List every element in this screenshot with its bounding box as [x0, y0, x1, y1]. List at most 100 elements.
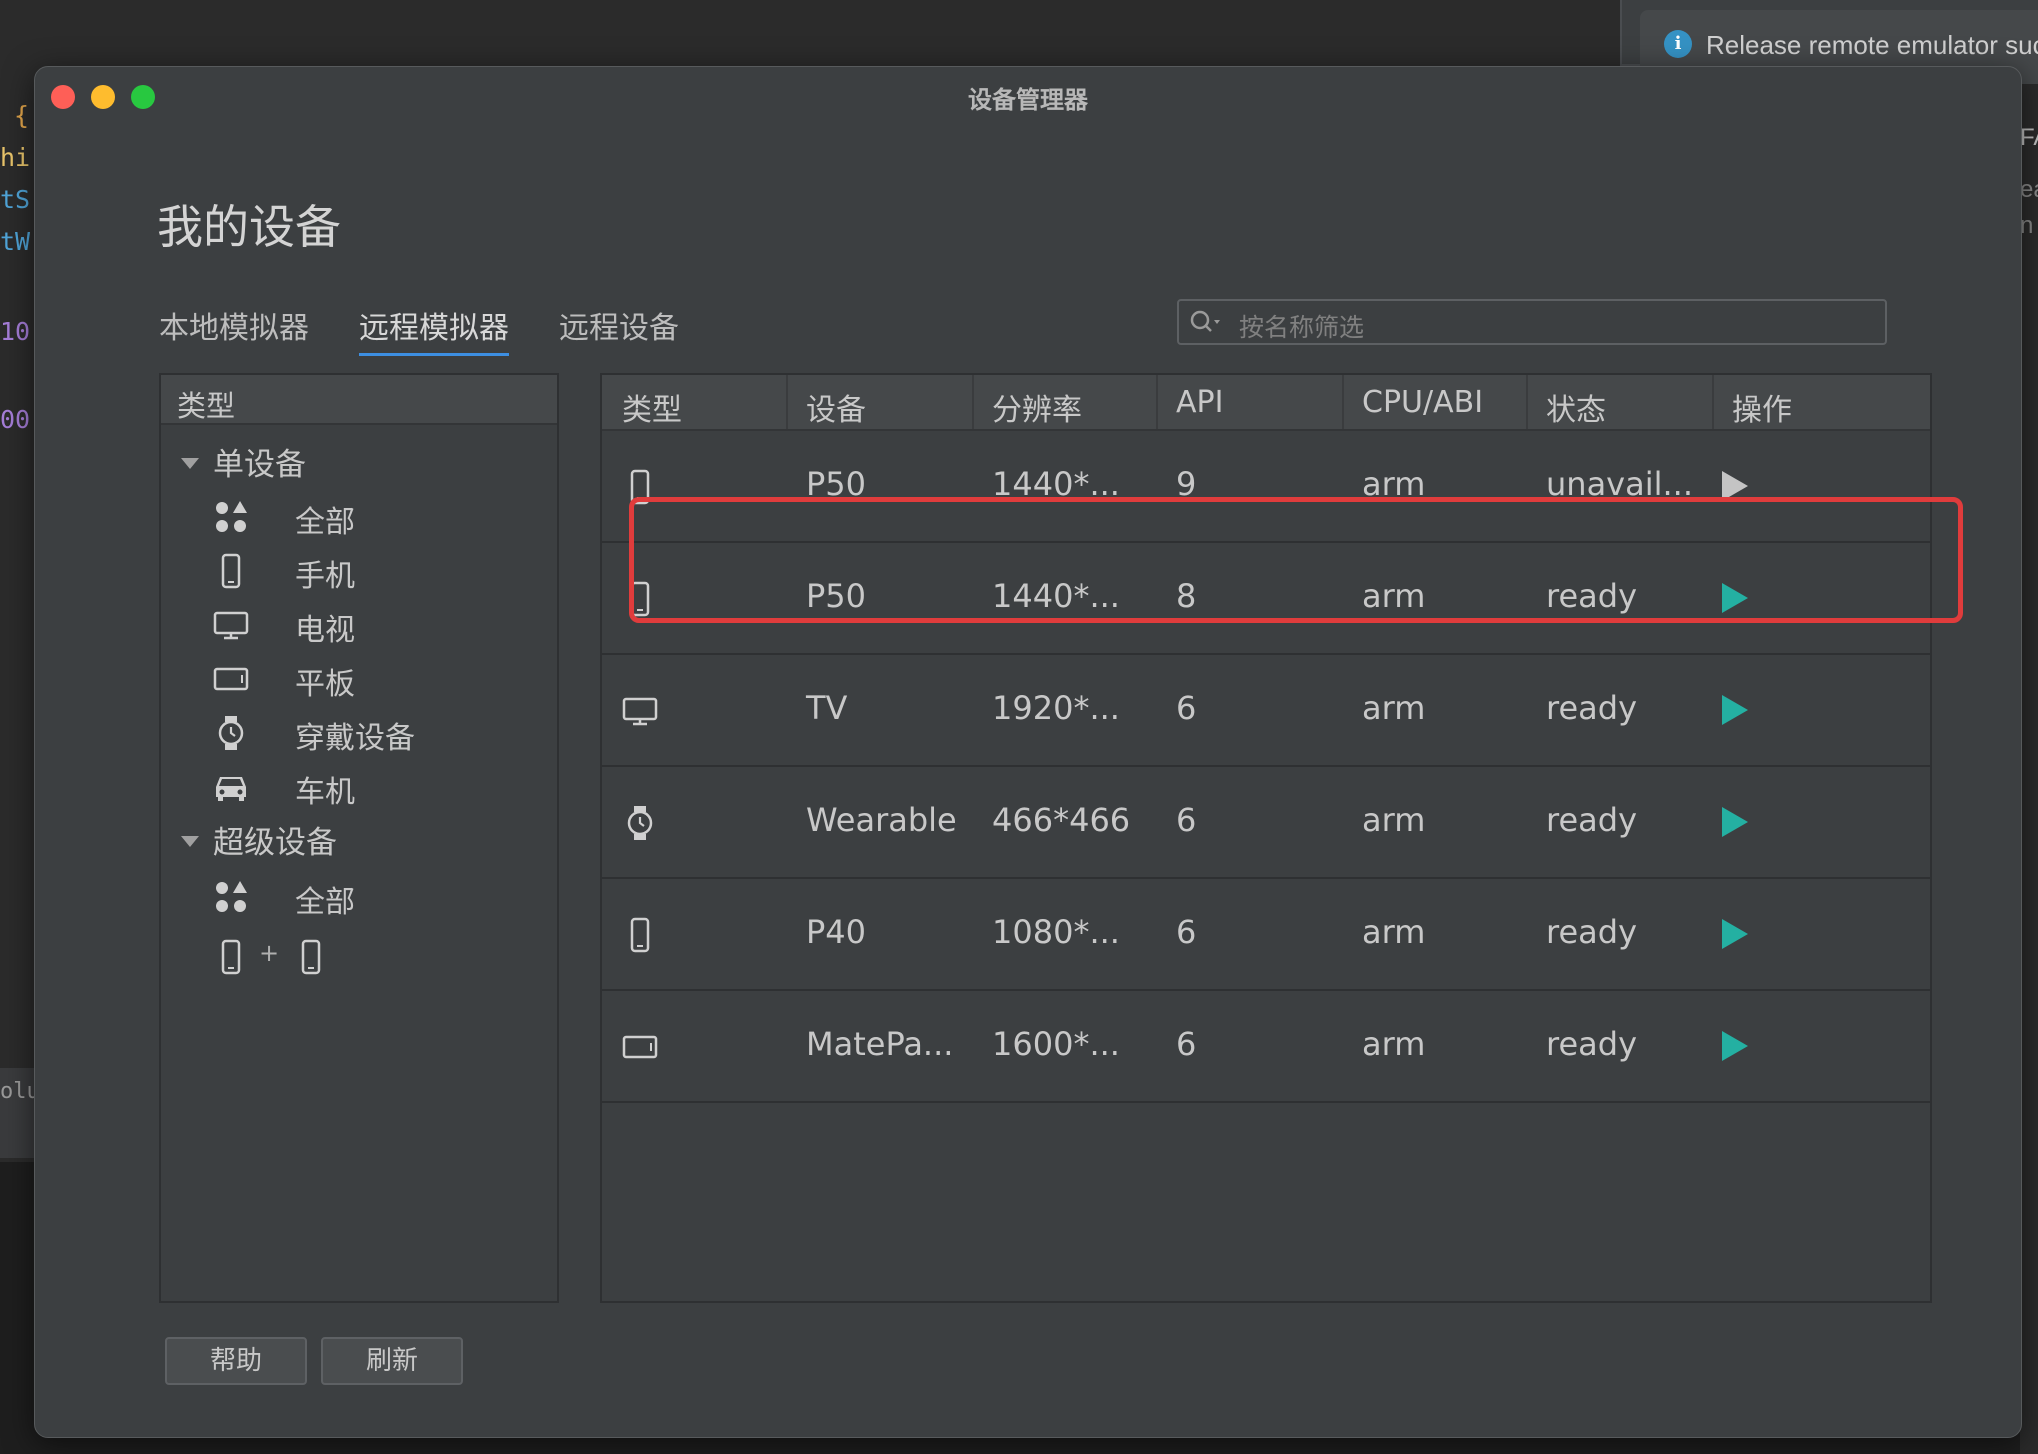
category-label: 穿戴设备 [295, 721, 415, 756]
phone-icon [221, 553, 241, 589]
category-item-all[interactable]: 全部 [213, 493, 533, 543]
cpu-abi: arm [1362, 465, 1426, 503]
group-single-device[interactable]: 单设备 [181, 439, 306, 484]
table-row[interactable]: P40 1080*... 6 arm ready [602, 879, 1930, 991]
play-icon[interactable] [1722, 807, 1748, 837]
phone-icon [630, 469, 650, 505]
category-item-phone[interactable]: 手机 [213, 547, 533, 597]
column-header-type[interactable]: 类型 [622, 385, 682, 429]
group-label: 超级设备 [213, 825, 337, 861]
play-icon[interactable] [1722, 695, 1748, 725]
table-row[interactable]: Wearable 466*466 6 arm ready [602, 767, 1930, 879]
device-table: 类型 设备 分辨率 API CPU/ABI 状态 操作 P50 1440*...… [600, 373, 1932, 1303]
code-fragment: { [14, 101, 30, 130]
play-icon[interactable] [1722, 919, 1748, 949]
table-row[interactable]: TV 1920*... 6 arm ready [602, 655, 1930, 767]
status: ready [1546, 913, 1637, 951]
ide-right-edge: FA ea n [2020, 66, 2038, 1454]
tv-icon [213, 611, 249, 640]
category-item-car[interactable]: 车机 [213, 763, 533, 813]
play-icon[interactable] [1722, 583, 1748, 613]
phone-icon [221, 939, 241, 975]
phone-icon [630, 581, 650, 617]
search-field[interactable]: 按名称筛选 [1177, 299, 1887, 345]
api-level: 6 [1176, 801, 1197, 839]
tablet-icon [213, 667, 249, 691]
category-panel: 类型 单设备 全部 手机 电视 平板 穿戴设备 车机 超级设备 全部 + [159, 373, 559, 1303]
table-row[interactable]: P50 1440*... 9 arm unavail... [602, 431, 1930, 543]
category-label: 电视 [295, 613, 355, 648]
category-label: 平板 [295, 667, 355, 702]
resolution: 1600*... [992, 1025, 1120, 1063]
notification-balloon[interactable]: i Release remote emulator suc [1620, 0, 2038, 84]
tab-local-emulator[interactable]: 本地模拟器 [159, 303, 309, 353]
phone-icon [630, 917, 650, 953]
category-label: 全部 [295, 505, 355, 540]
cpu-abi: arm [1362, 577, 1426, 615]
help-button[interactable]: 帮助 [165, 1337, 307, 1385]
window-title: 设备管理器 [968, 86, 1088, 114]
column-header-cpu[interactable]: CPU/ABI [1362, 385, 1483, 420]
column-divider[interactable] [972, 375, 974, 429]
expand-triangle-icon [181, 458, 199, 469]
device-name: MatePa... [806, 1025, 954, 1063]
api-level: 6 [1176, 689, 1197, 727]
category-label: 车机 [295, 775, 355, 810]
category-item-tablet[interactable]: 平板 [213, 655, 533, 705]
column-header-action[interactable]: 操作 [1732, 385, 1792, 429]
play-icon[interactable] [1722, 471, 1748, 501]
tab-remote-device[interactable]: 远程设备 [559, 303, 679, 353]
column-header-api[interactable]: API [1176, 385, 1223, 420]
ide-editor-gutter: { hi tS tW 10 00 [0, 66, 34, 1166]
title-bar[interactable]: 设备管理器 [35, 67, 2021, 123]
expand-triangle-icon [181, 836, 199, 847]
phone-icon [301, 939, 321, 975]
search-placeholder: 按名称筛选 [1239, 313, 1365, 342]
car-icon [216, 777, 246, 801]
plus-sign: + [259, 939, 280, 967]
cpu-abi: arm [1362, 913, 1426, 951]
table-header: 类型 设备 分辨率 API CPU/ABI 状态 操作 [602, 375, 1930, 431]
column-divider[interactable] [1156, 375, 1158, 429]
category-header-label: 类型 [177, 389, 236, 423]
table-row[interactable]: P50 1440*... 8 arm ready [602, 543, 1930, 655]
category-item-super-all[interactable]: 全部 [213, 873, 533, 923]
code-fragment: tS [0, 185, 31, 214]
search-icon [1190, 310, 1220, 332]
play-icon[interactable] [1722, 1031, 1748, 1061]
device-name: TV [806, 689, 848, 727]
cpu-abi: arm [1362, 689, 1426, 727]
device-name: P40 [806, 913, 867, 951]
column-divider[interactable] [1526, 375, 1528, 429]
api-level: 9 [1176, 465, 1197, 503]
category-label: 手机 [295, 559, 355, 594]
resolution: 1080*... [992, 913, 1120, 951]
column-divider[interactable] [1712, 375, 1714, 429]
category-label: 全部 [295, 885, 355, 920]
column-divider[interactable] [786, 375, 788, 429]
status: ready [1546, 689, 1637, 727]
resolution: 466*466 [992, 801, 1131, 839]
status: ready [1546, 577, 1637, 615]
table-row[interactable]: MatePa... 1600*... 6 arm ready [602, 991, 1930, 1103]
api-level: 8 [1176, 577, 1197, 615]
category-item-phone-combo[interactable]: + [213, 939, 533, 989]
group-super-device[interactable]: 超级设备 [181, 817, 337, 862]
group-label: 单设备 [213, 447, 306, 483]
code-fragment: n [2020, 212, 2034, 239]
category-item-wearable[interactable]: 穿戴设备 [213, 709, 533, 759]
status: ready [1546, 801, 1637, 839]
tab-remote-emulator[interactable]: 远程模拟器 [359, 303, 509, 356]
code-fragment: 10 [0, 317, 31, 346]
column-header-status[interactable]: 状态 [1546, 385, 1606, 429]
tablet-icon [622, 1035, 658, 1059]
column-header-device[interactable]: 设备 [806, 385, 866, 429]
code-fragment: hi [0, 143, 31, 172]
watch-icon [218, 716, 244, 750]
resolution: 1440*... [992, 577, 1120, 615]
category-item-tv[interactable]: 电视 [213, 601, 533, 651]
column-divider[interactable] [1342, 375, 1344, 429]
column-header-resolution[interactable]: 分辨率 [992, 385, 1082, 429]
code-fragment: tW [0, 227, 31, 256]
refresh-button[interactable]: 刷新 [321, 1337, 463, 1385]
